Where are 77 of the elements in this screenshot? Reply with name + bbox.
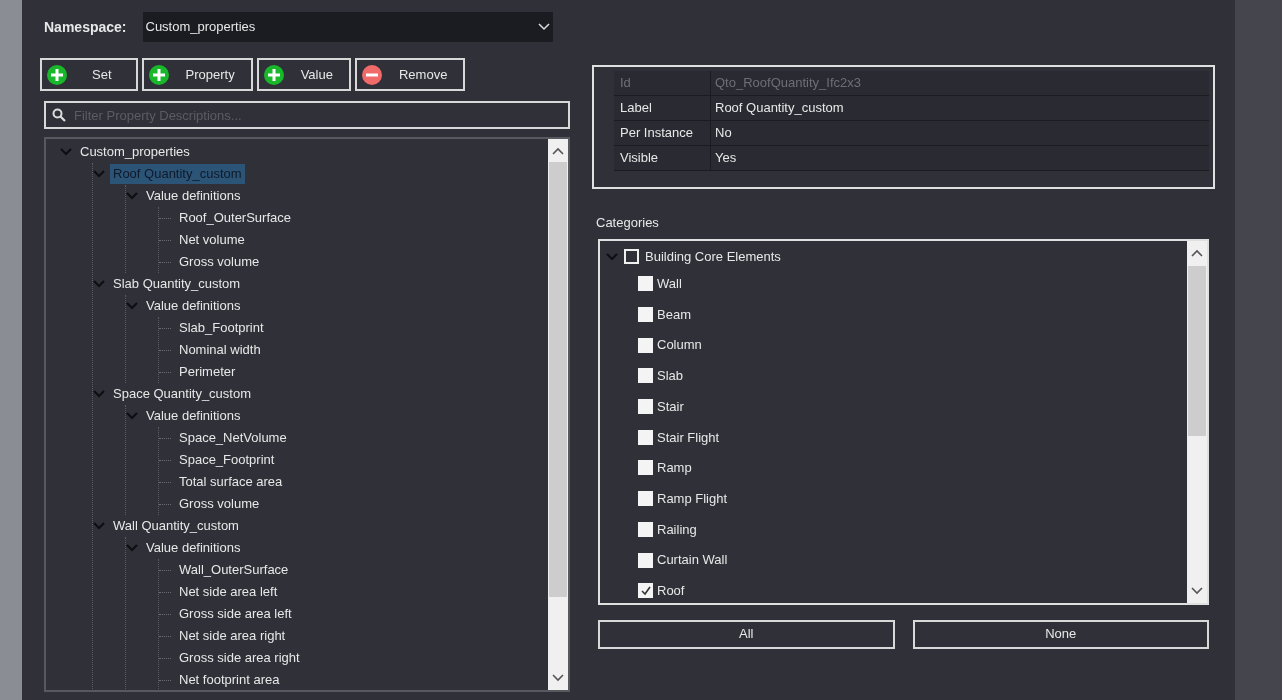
tree-item[interactable]: Wall Quantity_custom (110, 516, 242, 536)
checkbox[interactable] (638, 552, 653, 568)
tree-item[interactable]: Roof_OuterSurface (176, 208, 294, 228)
namespace-label: Namespace: (44, 17, 127, 37)
namespace-dropdown[interactable]: Custom_properties (142, 12, 553, 42)
category-item[interactable]: Railing (657, 519, 697, 540)
checkbox[interactable] (638, 521, 653, 537)
tree-item[interactable]: Net volume (176, 230, 248, 250)
select-button[interactable]: All (598, 619, 895, 649)
scroll-down-icon[interactable] (552, 674, 564, 682)
toolbar-button[interactable]: Remove (354, 58, 466, 91)
tree-item[interactable]: Gross side area left (176, 604, 295, 624)
checkbox[interactable] (638, 491, 653, 507)
categories-label: Categories (596, 214, 660, 232)
checkbox[interactable] (638, 337, 653, 353)
tree-item[interactable]: Nominal width (176, 340, 264, 360)
tree-item[interactable]: Net side area right (176, 626, 289, 646)
tree-item[interactable]: Gross volume (176, 494, 263, 514)
category-item[interactable]: Column (657, 335, 702, 355)
checkbox[interactable] (638, 276, 653, 292)
toolbar-button[interactable]: Set (40, 58, 138, 91)
plus-circle-icon (46, 63, 68, 86)
tree-item[interactable]: Space_NetVolume (176, 428, 290, 448)
category-item[interactable]: Curtain Wall (657, 550, 728, 570)
toolbar-button[interactable]: Property (141, 58, 253, 91)
tree-item[interactable]: Slab Quantity_custom (110, 274, 244, 294)
plus-circle-icon (262, 63, 285, 86)
category-item[interactable]: Wall (657, 274, 682, 294)
category-item[interactable]: Stair (657, 396, 684, 417)
category-item[interactable]: Slab (657, 366, 684, 386)
checkbox[interactable] (638, 368, 653, 384)
property-name: Per Instance (614, 121, 711, 145)
tree-item[interactable]: Value definitions (143, 406, 244, 426)
plus-circle-icon (147, 63, 170, 86)
property-name: Label (614, 96, 711, 120)
tree-item[interactable]: Net footprint area (176, 670, 283, 690)
category-item[interactable]: Ramp (657, 458, 692, 478)
property-name: Visible (614, 146, 711, 170)
checkbox[interactable] (638, 583, 653, 599)
tree-item[interactable]: Value definitions (143, 186, 244, 206)
tree-item[interactable]: Value definitions (143, 296, 244, 316)
tree-item[interactable]: Wall_OuterSurface (176, 560, 292, 580)
search-icon (52, 108, 66, 122)
tree-item[interactable]: Gross volume (176, 252, 263, 272)
category-item[interactable]: Roof (657, 580, 685, 601)
tree-item[interactable]: Custom_properties (77, 142, 193, 162)
checkbox[interactable] (638, 307, 653, 323)
category-item[interactable]: Ramp Flight (657, 488, 728, 509)
category-item[interactable]: Stair Flight (657, 427, 720, 448)
tree-item[interactable]: Perimeter (176, 362, 239, 382)
scroll-up-icon[interactable] (552, 147, 564, 155)
category-item[interactable]: Building Core Elements (645, 246, 781, 267)
checkbox[interactable] (638, 399, 653, 415)
minus-circle-icon (360, 63, 383, 86)
scrollbar[interactable] (548, 139, 568, 690)
category-item[interactable]: Beam (657, 304, 691, 325)
checkbox[interactable] (624, 249, 639, 264)
scrollbar[interactable] (1187, 240, 1207, 603)
select-button[interactable]: None (912, 619, 1209, 649)
property-value[interactable]: Roof Quantity_custom (711, 96, 1209, 120)
toolbar-button[interactable]: Value (256, 58, 351, 91)
tree-item[interactable]: Space Quantity_custom (110, 384, 255, 404)
scroll-down-icon[interactable] (1191, 586, 1203, 595)
tree-item[interactable]: Net side area left (176, 582, 281, 602)
property-value[interactable]: No (711, 121, 1209, 145)
tree-item[interactable]: Value definitions (143, 538, 244, 558)
tree-item[interactable]: Slab_Footprint (176, 318, 267, 338)
tree-item[interactable]: Space_Footprint (176, 450, 278, 470)
property-name: Id (614, 71, 711, 95)
scroll-up-icon[interactable] (1191, 248, 1203, 257)
property-value[interactable]: Yes (711, 146, 1209, 170)
tree-item[interactable]: Gross side area right (176, 648, 303, 668)
checkbox[interactable] (638, 460, 653, 476)
tree-item[interactable]: Total surface area (176, 472, 286, 492)
checkbox[interactable] (638, 429, 653, 445)
checkmark-icon (639, 584, 652, 597)
dropdown-caret-icon (537, 23, 550, 31)
